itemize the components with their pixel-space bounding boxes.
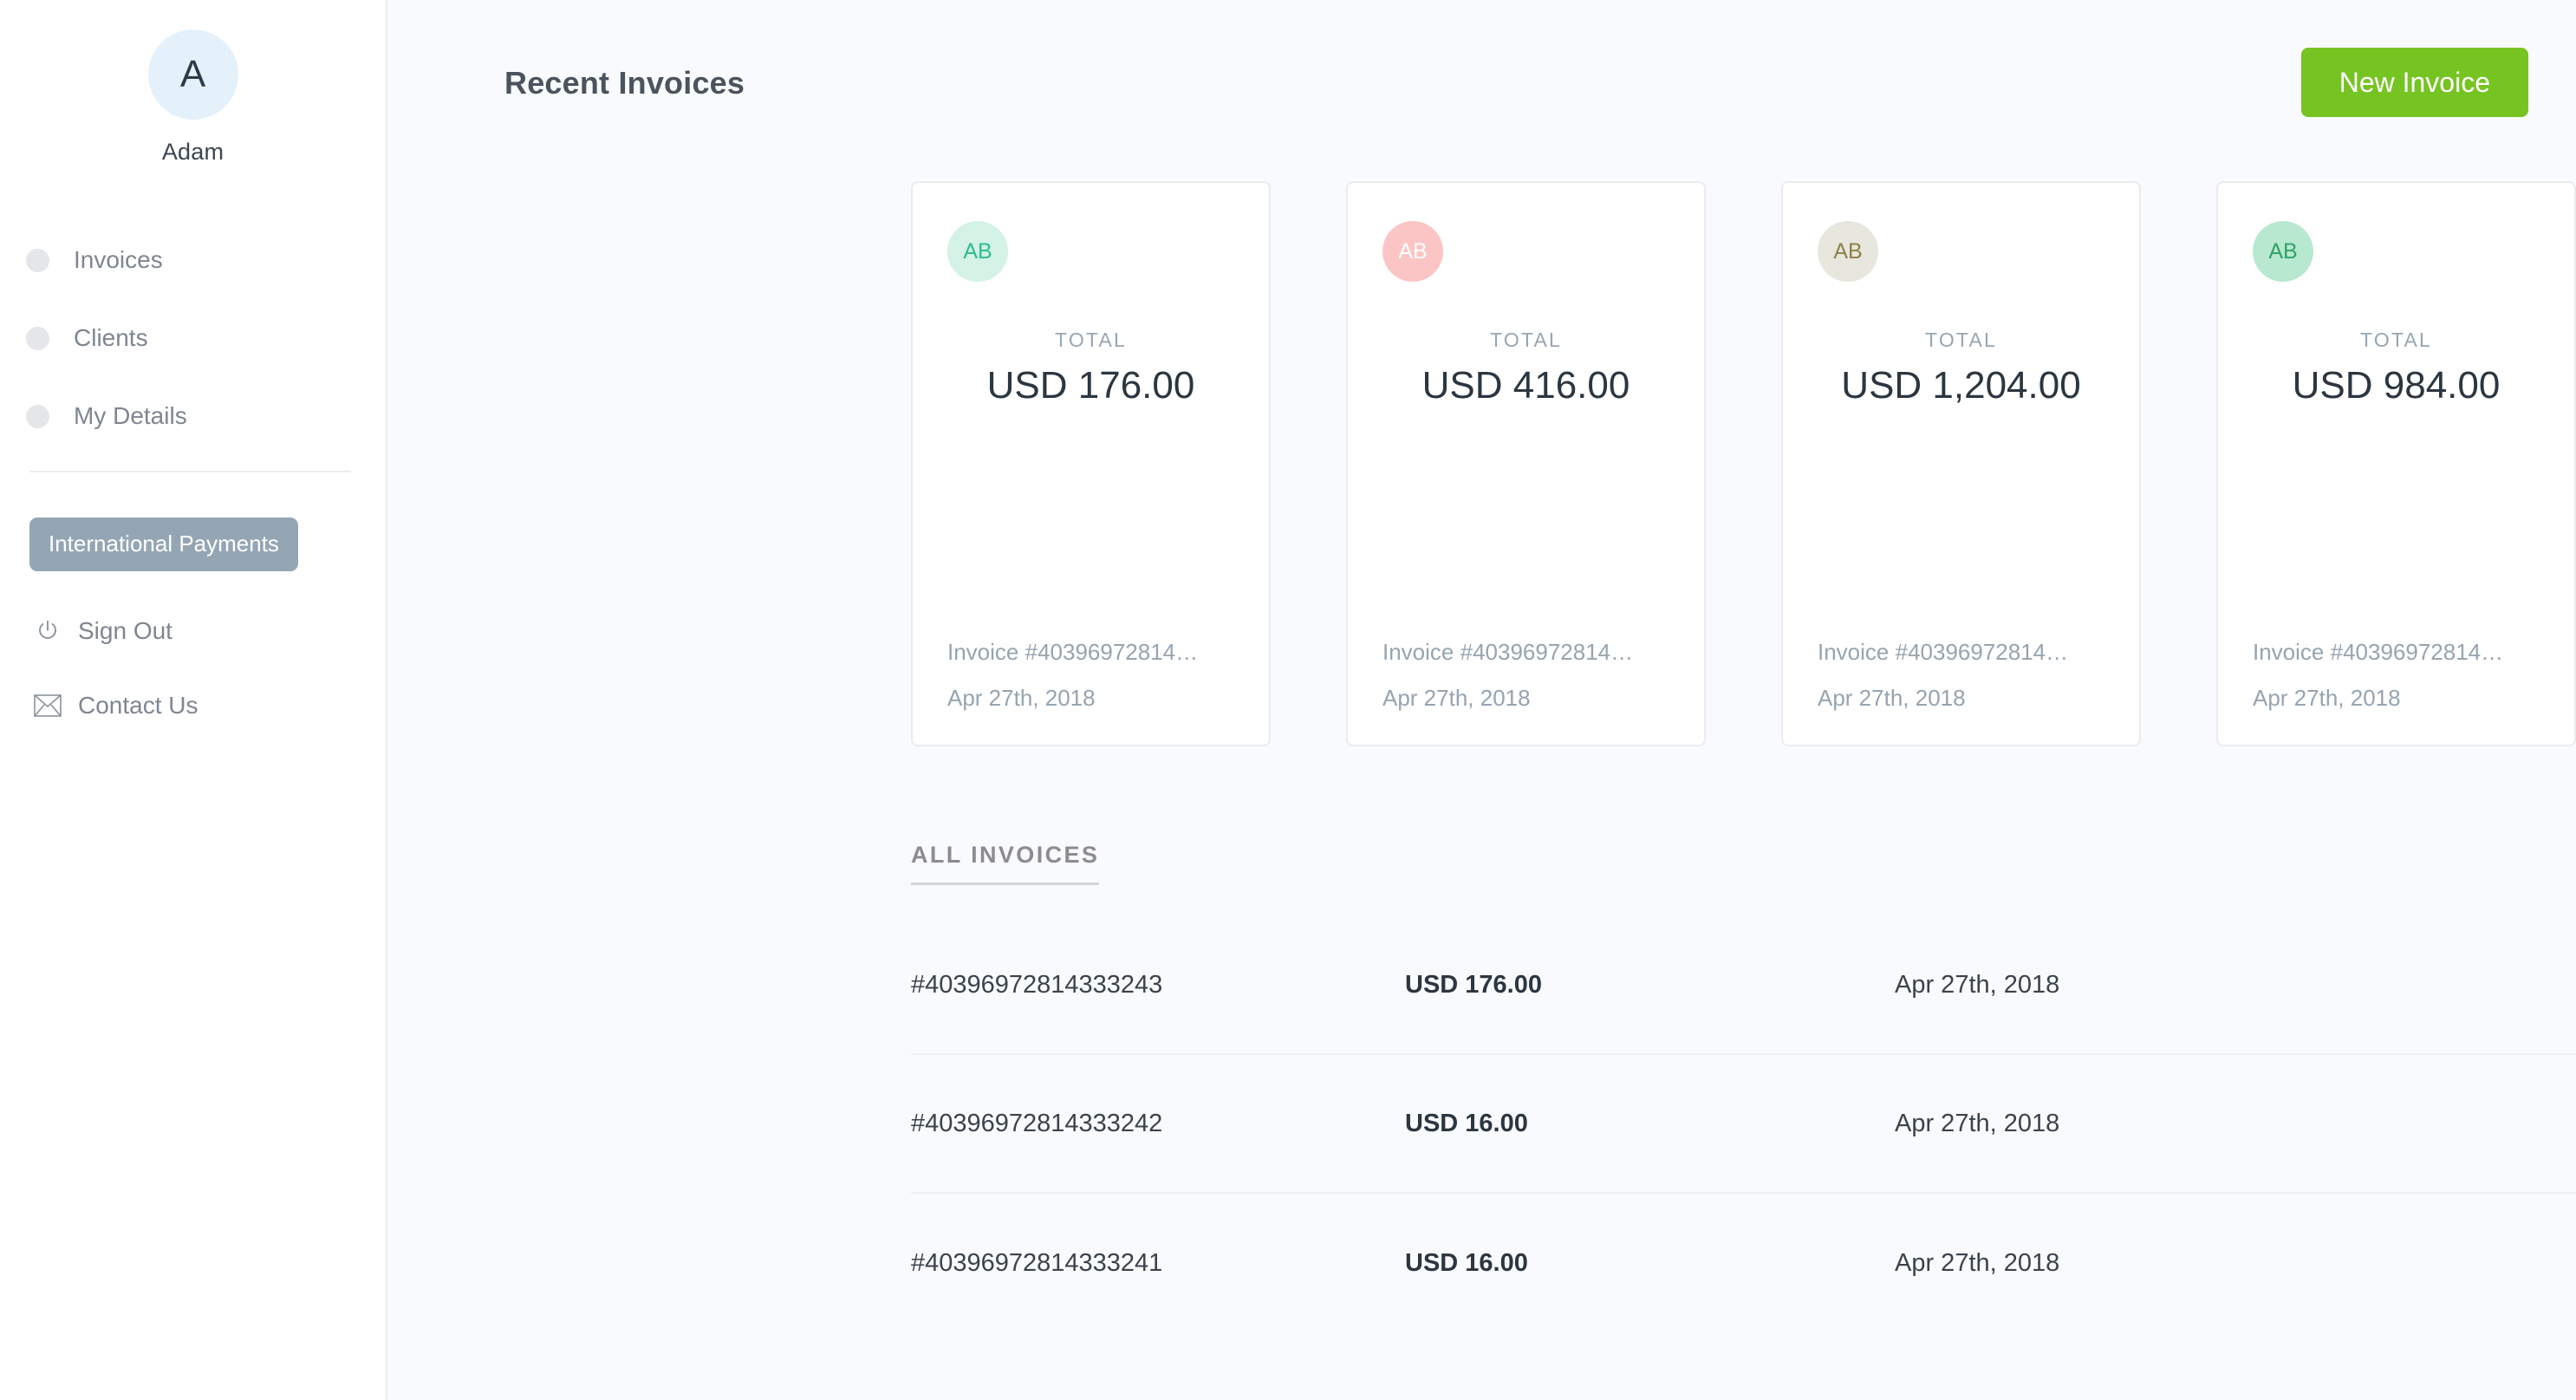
card-total: TOTAL USD 984.00 <box>2253 329 2540 407</box>
sidebar-item-label: Invoices <box>74 246 163 273</box>
bullet-icon <box>26 248 49 272</box>
card-date: Apr 27th, 2018 <box>947 685 1096 711</box>
card-date: Apr 27th, 2018 <box>1382 685 1531 711</box>
table-row[interactable]: #40396972814333241 USD 16.00 Apr 27th, 2… <box>911 1194 2576 1332</box>
bullet-icon <box>26 404 49 428</box>
row-issue-date: Apr 27th, 2018 <box>1895 1248 2060 1277</box>
recent-invoice-cards: AB TOTAL USD 176.00 Invoice #40396972814… <box>387 181 2576 746</box>
sidebar-nav: Invoices Clients My Details <box>0 221 386 455</box>
client-avatar-initials: AB <box>1398 238 1428 264</box>
avatar: A <box>147 29 238 120</box>
sign-out-label: Sign Out <box>78 617 172 644</box>
page-title: Recent Invoices <box>504 65 745 101</box>
client-avatar: AB <box>947 221 1008 282</box>
row-issue-date: Apr 27th, 2018 <box>1895 1109 2060 1137</box>
sidebar-item-invoices[interactable]: Invoices <box>26 221 386 299</box>
table-row[interactable]: #40396972814333243 USD 176.00 Apr 27th, … <box>911 916 2576 1055</box>
sidebar-divider <box>29 471 351 472</box>
table-row[interactable]: #40396972814333242 USD 16.00 Apr 27th, 2… <box>911 1055 2576 1194</box>
invoices-table: #40396972814333243 USD 176.00 Apr 27th, … <box>911 916 2576 1332</box>
app-root: A Adam Invoices Clients My Details Inter… <box>0 0 2576 1400</box>
row-invoice-id: #40396972814333243 <box>911 970 1163 999</box>
client-avatar: AB <box>1818 221 1878 282</box>
invoice-card[interactable]: AB TOTAL USD 984.00 Invoice #40396972814… <box>2216 181 2576 746</box>
card-footer: Invoice #40396972814… Apr 27th, 2018 <box>1818 639 2104 712</box>
card-footer: Invoice #40396972814… Apr 27th, 2018 <box>947 639 1234 712</box>
card-invoice-number: Invoice #40396972814… <box>2253 639 2504 665</box>
main-content: Recent Invoices New Invoice AB TOTAL USD… <box>387 0 2576 1400</box>
row-amount: USD 176.00 <box>1405 970 1542 999</box>
card-total-label: TOTAL <box>1925 329 1997 351</box>
card-footer: Invoice #40396972814… Apr 27th, 2018 <box>2253 639 2540 712</box>
sidebar: A Adam Invoices Clients My Details Inter… <box>0 0 387 1400</box>
card-total: TOTAL USD 416.00 <box>1382 329 1669 407</box>
envelope-icon <box>33 691 62 720</box>
invoice-card[interactable]: AB TOTAL USD 1,204.00 Invoice #403969728… <box>1781 181 2141 746</box>
sidebar-item-label: Clients <box>74 324 148 351</box>
all-invoices-section: ALL INVOICES #40396972814333243 USD 176.… <box>387 842 2576 1332</box>
page-header: Recent Invoices New Invoice <box>387 0 2576 117</box>
client-avatar-initials: AB <box>1833 238 1863 264</box>
card-total: TOTAL USD 176.00 <box>947 329 1234 407</box>
card-total-label: TOTAL <box>1055 329 1127 351</box>
card-date: Apr 27th, 2018 <box>1818 685 1966 711</box>
user-name: Adam <box>161 139 224 165</box>
row-amount: USD 16.00 <box>1405 1109 1528 1137</box>
row-invoice-id: #40396972814333241 <box>911 1248 1163 1277</box>
contact-us-label: Contact Us <box>78 692 198 719</box>
card-total: TOTAL USD 1,204.00 <box>1818 329 2104 407</box>
card-invoice-number: Invoice #40396972814… <box>1382 639 1634 665</box>
client-avatar: AB <box>1382 221 1443 282</box>
client-avatar-initials: AB <box>963 238 992 264</box>
all-invoices-heading: ALL INVOICES <box>911 842 1100 885</box>
sign-out-button[interactable]: Sign Out <box>33 616 386 646</box>
row-amount: USD 16.00 <box>1405 1248 1528 1277</box>
row-issue-date: Apr 27th, 2018 <box>1895 970 2060 999</box>
card-invoice-number: Invoice #40396972814… <box>1818 639 2069 665</box>
sidebar-item-my-details[interactable]: My Details <box>26 377 386 455</box>
card-total-value: USD 416.00 <box>1421 364 1630 407</box>
international-payments-button[interactable]: International Payments <box>29 518 298 571</box>
card-total-label: TOTAL <box>1490 329 1562 351</box>
sidebar-item-clients[interactable]: Clients <box>26 299 386 377</box>
card-date: Apr 27th, 2018 <box>2253 685 2401 711</box>
bullet-icon <box>26 326 49 350</box>
invoice-card[interactable]: AB TOTAL USD 416.00 Invoice #40396972814… <box>1346 181 1706 746</box>
avatar-initial: A <box>179 53 206 95</box>
power-icon <box>33 616 62 646</box>
client-avatar-initials: AB <box>2268 238 2298 264</box>
sidebar-item-label: My Details <box>74 402 187 429</box>
new-invoice-button[interactable]: New Invoice <box>2300 48 2528 117</box>
invoice-card[interactable]: AB TOTAL USD 176.00 Invoice #40396972814… <box>911 181 1271 746</box>
card-total-value: USD 176.00 <box>986 364 1195 407</box>
client-avatar: AB <box>2253 221 2313 282</box>
user-profile: A Adam <box>0 29 386 166</box>
row-invoice-id: #40396972814333242 <box>911 1109 1163 1137</box>
card-total-label: TOTAL <box>2360 329 2432 351</box>
card-total-value: USD 984.00 <box>2292 364 2501 407</box>
contact-us-button[interactable]: Contact Us <box>33 691 386 720</box>
card-total-value: USD 1,204.00 <box>1841 364 2081 407</box>
card-footer: Invoice #40396972814… Apr 27th, 2018 <box>1382 639 1669 712</box>
card-invoice-number: Invoice #40396972814… <box>947 639 1199 665</box>
